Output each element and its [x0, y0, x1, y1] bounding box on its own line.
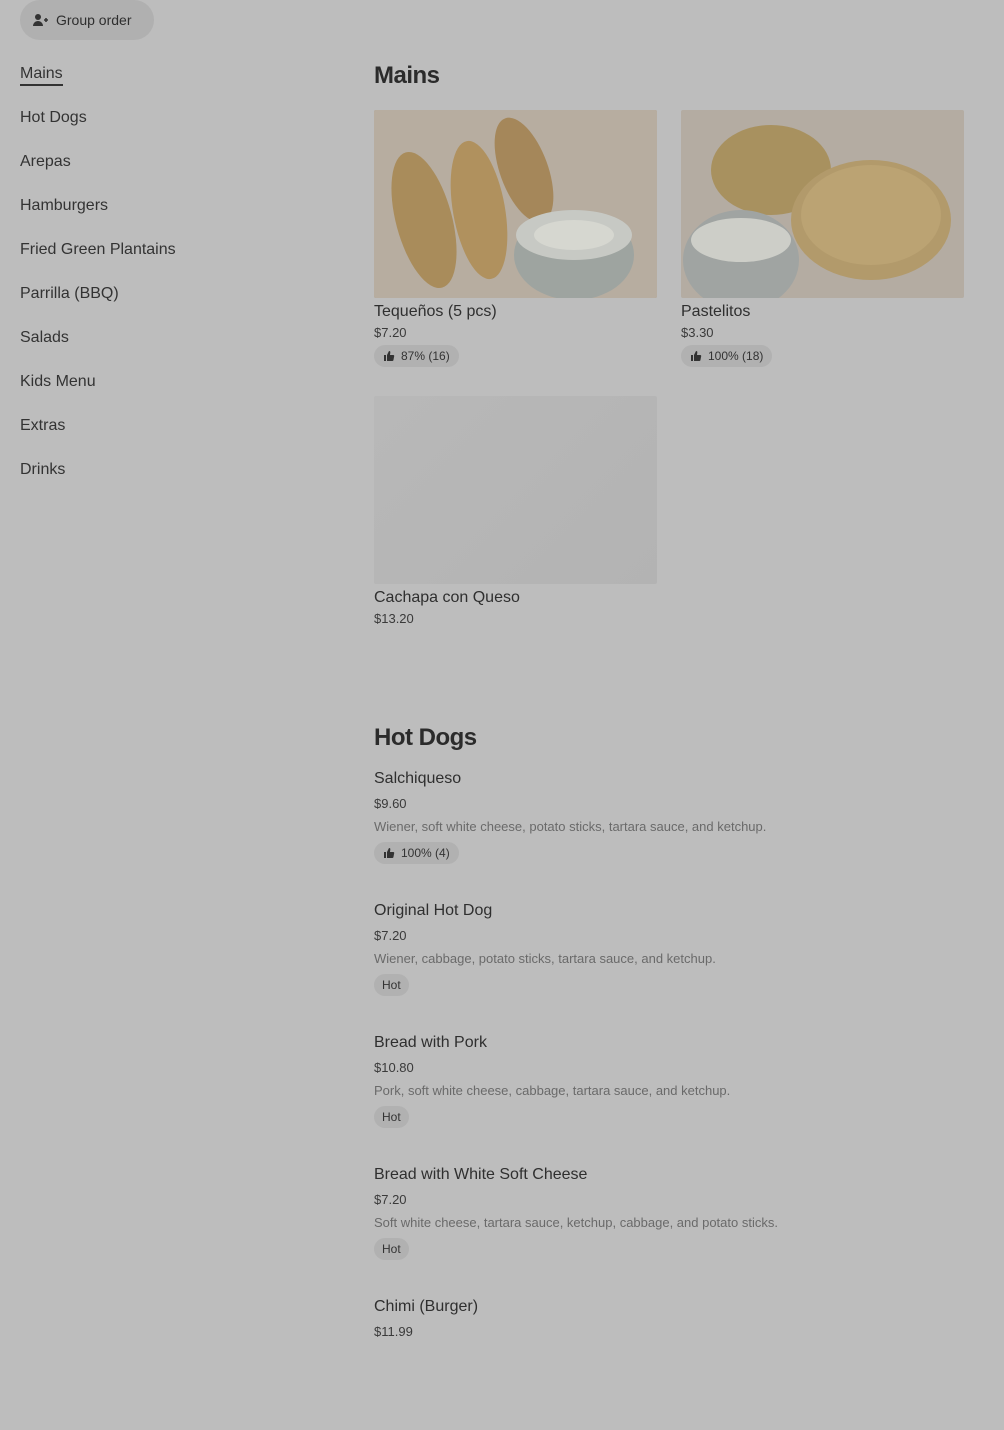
item-name: Original Hot Dog — [374, 902, 493, 919]
item-description: Wiener, soft white cheese, potato sticks… — [374, 819, 767, 834]
list-item[interactable]: Bread with Pork $10.80 Pork, soft white … — [374, 1034, 974, 1166]
mains-grid: Tequeños (5 pcs) $7.20 87% (16) Pastelit… — [374, 110, 974, 670]
item-name: Chimi (Burger) — [374, 1298, 479, 1315]
item-description: Pork, soft white cheese, cabbage, tartar… — [374, 1083, 731, 1098]
sidebar-item-salads[interactable]: Salads — [20, 324, 320, 368]
item-name: Bread with White Soft Cheese — [374, 1166, 588, 1183]
sidebar-item-hamburgers[interactable]: Hamburgers — [20, 192, 320, 236]
thumbs-up-icon — [384, 351, 395, 361]
item-name: Bread with Pork — [374, 1034, 487, 1051]
item-price: $7.20 — [374, 928, 407, 943]
rating-badge: 87% (16) — [374, 345, 459, 367]
sidebar-item-kids-menu[interactable]: Kids Menu — [20, 368, 320, 412]
item-price: $7.20 — [374, 1192, 407, 1207]
item-price: $7.20 — [374, 325, 407, 340]
list-item[interactable]: Salchiqueso $9.60 Wiener, soft white che… — [374, 770, 974, 902]
hot-tag: Hot — [374, 1106, 409, 1128]
menu-item-card[interactable]: Pastelitos $3.30 100% (18) — [681, 110, 964, 367]
item-price: $13.20 — [374, 611, 414, 626]
hot-tag: Hot — [374, 974, 409, 996]
sidebar-item-fried-green-plantains[interactable]: Fried Green Plantains — [20, 236, 320, 280]
section-title-hot-dogs: Hot Dogs — [374, 724, 477, 751]
rating-badge: 100% (4) — [374, 842, 459, 864]
thumbs-up-icon — [384, 848, 395, 858]
item-photo — [681, 110, 964, 298]
add-person-icon — [33, 14, 48, 26]
group-order-button[interactable]: Group order — [20, 0, 154, 40]
item-description: Soft white cheese, tartara sauce, ketchu… — [374, 1215, 778, 1230]
list-item[interactable]: Original Hot Dog $7.20 Wiener, cabbage, … — [374, 902, 974, 1034]
item-photo-placeholder — [374, 396, 657, 584]
item-description: Wiener, cabbage, potato sticks, tartara … — [374, 951, 716, 966]
list-item[interactable]: Bread with White Soft Cheese $7.20 Soft … — [374, 1166, 974, 1298]
sidebar-item-drinks[interactable]: Drinks — [20, 456, 320, 500]
category-sidebar: Mains Hot Dogs Arepas Hamburgers Fried G… — [20, 60, 320, 500]
menu-item-card[interactable]: Cachapa con Queso $13.20 — [374, 396, 657, 626]
thumbs-up-icon — [691, 351, 702, 361]
hot-dogs-list: Salchiqueso $9.60 Wiener, soft white che… — [374, 770, 974, 1430]
item-photo — [374, 110, 657, 298]
item-name: Pastelitos — [681, 303, 751, 320]
item-price: $9.60 — [374, 796, 407, 811]
sidebar-item-mains[interactable]: Mains — [20, 60, 320, 104]
sidebar-item-extras[interactable]: Extras — [20, 412, 320, 456]
hot-tag: Hot — [374, 1238, 409, 1260]
item-name: Tequeños (5 pcs) — [374, 303, 497, 320]
sidebar-item-hot-dogs[interactable]: Hot Dogs — [20, 104, 320, 148]
item-name: Cachapa con Queso — [374, 589, 520, 606]
item-name: Salchiqueso — [374, 770, 462, 787]
item-price: $11.99 — [374, 1324, 413, 1339]
sidebar-item-parrilla[interactable]: Parrilla (BBQ) — [20, 280, 320, 324]
item-price: $10.80 — [374, 1060, 414, 1075]
sidebar-item-arepas[interactable]: Arepas — [20, 148, 320, 192]
rating-badge: 100% (18) — [681, 345, 773, 367]
menu-content: Mains Tequeños (5 pcs) $7.20 87% (16) Pa… — [374, 62, 974, 1430]
menu-item-card[interactable]: Tequeños (5 pcs) $7.20 87% (16) — [374, 110, 657, 367]
group-order-label: Group order — [56, 12, 132, 28]
item-price: $3.30 — [681, 325, 714, 340]
section-title-mains: Mains — [374, 62, 440, 89]
list-item[interactable]: Chimi (Burger) $11.99 — [374, 1298, 974, 1430]
